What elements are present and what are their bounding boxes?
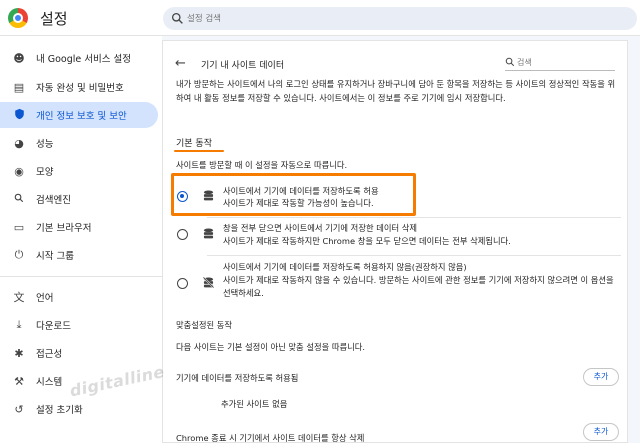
translate-icon: 文 (13, 291, 25, 304)
option-subtitle: 사이트가 제대로 작동하지 않을 수 있습니다. 방문하는 사이트에 관한 정보… (223, 275, 614, 298)
sidebar-item-label: 자동 완성 및 비밀번호 (36, 83, 124, 94)
download-icon: ⤓ (16, 318, 22, 331)
sidebar-item-reset-settings[interactable]: ↺ 설정 초기화 (0, 396, 158, 422)
radio-block-save[interactable] (177, 278, 188, 289)
search-icon (505, 57, 515, 67)
allowed-sites-label: 기기에 데이터를 저장하도록 허용됨 (176, 373, 299, 383)
sidebar-item-accessibility[interactable]: ✱ 접근성 (0, 340, 158, 366)
sidebar-item-label: 시스템 (36, 377, 63, 388)
sidebar-divider (0, 276, 162, 277)
no-sites-text: 추가된 사이트 없음 (221, 399, 288, 409)
chrome-logo-icon (8, 8, 28, 28)
settings-search-bar[interactable] (163, 7, 637, 30)
database-off-icon (203, 277, 214, 288)
option-title: 사이트에서 기기에 데이터를 저장하도록 허용하지 않음(권장하지 않음) (223, 262, 467, 272)
sidebar-item-performance[interactable]: ◕ 성능 (0, 130, 158, 156)
speedometer-icon: ◕ (14, 136, 24, 150)
clipboard-icon: ▤ (13, 80, 25, 94)
default-behavior-heading: 기본 동작 (176, 139, 212, 149)
custom-behavior-description: 다음 사이트는 기본 설정이 아닌 맞춤 설정을 따릅니다. (176, 342, 366, 352)
sidebar-item-search-engine[interactable]: 검색엔진 (0, 186, 158, 212)
sidebar-item-label: 시작 그룹 (36, 251, 74, 262)
wrench-icon: ⚒ (14, 374, 24, 388)
sidebar-item-label: 다운로드 (36, 321, 71, 332)
top-bar: 설정 (0, 0, 640, 36)
search-icon (171, 12, 183, 24)
option-divider (207, 217, 621, 218)
sidebar-item-label: 모양 (36, 167, 54, 178)
add-clear-on-exit-site-button[interactable]: 추가 (583, 423, 619, 441)
clear-on-exit-label: Chrome 종료 시 기기에서 사이트 데이터를 항상 삭제 (176, 433, 365, 443)
option-clear-on-close[interactable]: 창을 전부 닫으면 사이트에서 기기에 저장한 데이터 삭제 사이트가 제대로 … (163, 219, 629, 255)
highlight-annotation-box (171, 173, 416, 216)
site-data-card: ← 기기 내 사이트 데이터 내가 방문하는 사이트에서 나의 로그인 상태를 … (162, 40, 628, 443)
default-behavior-description: 사이트를 방문할 때 이 설정을 자동으로 따릅니다. (176, 160, 348, 170)
sidebar-item-downloads[interactable]: ⤓ 다운로드 (0, 312, 158, 338)
power-icon: ⏻ (14, 248, 24, 261)
database-icon (203, 228, 214, 239)
sidebar-item-label: 설정 초기화 (36, 405, 83, 416)
option-title: 창을 전부 닫으면 사이트에서 기기에 저장한 데이터 삭제 (223, 223, 418, 233)
search-icon (6, 193, 32, 206)
page-title: 기기 내 사이트 데이터 (201, 61, 285, 71)
person-icon: ☻ (13, 51, 25, 65)
option-subtitle: 사이트가 제대로 작동하지만 Chrome 창을 모두 닫으면 데이터는 전부 … (223, 236, 511, 246)
main-content: ← 기기 내 사이트 데이터 내가 방문하는 사이트에서 나의 로그인 상태를 … (162, 36, 640, 443)
page-description: 내가 방문하는 사이트에서 나의 로그인 상태를 유지하거나 장바구니에 담아 … (176, 79, 616, 103)
sidebar-item-label: 개인 정보 보호 및 보안 (36, 111, 127, 122)
sidebar-item-label: 내 Google 서비스 설정 (36, 54, 131, 65)
sidebar-item-languages[interactable]: 文 언어 (0, 284, 158, 310)
sidebar-item-label: 성능 (36, 139, 54, 150)
sidebar-item-label: 기본 브라우저 (36, 223, 92, 234)
palette-icon: ◉ (14, 164, 24, 178)
sidebar-item-google-services[interactable]: ☻ 내 Google 서비스 설정 (0, 45, 158, 71)
sidebar-item-label: 접근성 (36, 349, 63, 360)
sidebar-item-autofill[interactable]: ▤ 자동 완성 및 비밀번호 (0, 74, 158, 100)
sidebar-item-default-browser[interactable]: ▭ 기본 브라우저 (0, 214, 158, 240)
sidebar-item-privacy-security[interactable]: 개인 정보 보호 및 보안 (0, 102, 158, 128)
page-search[interactable] (505, 56, 615, 71)
sidebar-item-on-startup[interactable]: ⏻ 시작 그룹 (0, 242, 158, 268)
sidebar-item-label: 언어 (36, 293, 54, 304)
radio-clear-on-close[interactable] (177, 229, 188, 240)
back-arrow-icon[interactable]: ← (175, 56, 186, 71)
settings-search-input[interactable] (187, 10, 607, 27)
add-allowed-site-button[interactable]: 추가 (583, 368, 619, 386)
shield-icon (6, 108, 32, 123)
sidebar-item-label: 검색엔진 (36, 195, 71, 206)
option-block-save[interactable]: 사이트에서 기기에 데이터를 저장하도록 허용하지 않음(권장하지 않음) 사이… (163, 259, 629, 309)
heading-underline (174, 150, 224, 152)
page-search-input[interactable] (517, 56, 613, 69)
app-title: 설정 (40, 10, 68, 28)
browser-window-icon: ▭ (13, 220, 25, 234)
sidebar-item-appearance[interactable]: ◉ 모양 (0, 158, 158, 184)
custom-behavior-heading: 맞춤설정된 동작 (176, 320, 233, 330)
accessibility-icon: ✱ (14, 346, 24, 360)
option-divider (207, 255, 621, 256)
reset-icon: ↺ (14, 402, 24, 416)
